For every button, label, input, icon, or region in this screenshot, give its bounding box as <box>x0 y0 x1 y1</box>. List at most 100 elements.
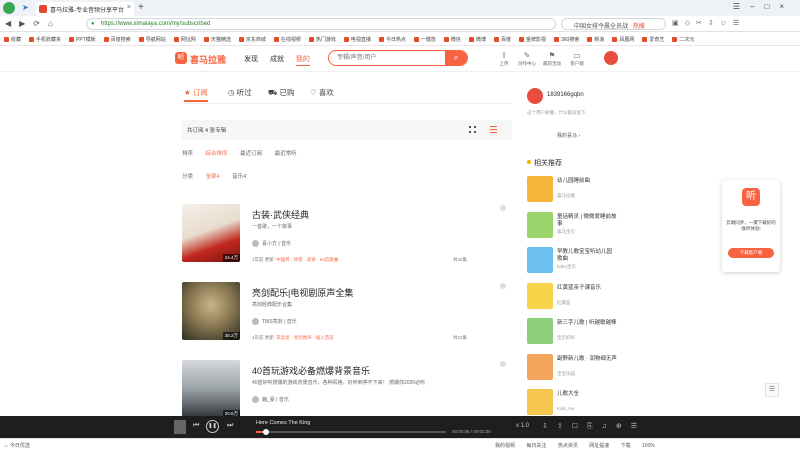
bookmark-item[interactable]: 二次元 <box>672 36 694 43</box>
sort-option[interactable]: 最近常听 <box>275 151 297 157</box>
pause-button[interactable]: ❚❚ <box>206 420 219 433</box>
upload-button[interactable]: ⇪ 上传 <box>493 51 515 67</box>
recommend-item[interactable]: 新三字儿歌 | 听越歌越棒 宝贝好听 <box>527 318 627 348</box>
download-client-button[interactable]: 下载客户端 <box>728 248 774 258</box>
next-icon[interactable]: ⏭ <box>227 422 233 430</box>
status-link[interactable]: 下载 <box>621 443 631 449</box>
browser-toolbar-icons[interactable]: ▣◇✂⇩☺☰ <box>672 19 745 27</box>
album-item[interactable]: 24.4万 古装·武侠经典 一首歌，一个故事 喜小方 | 音乐 1年前 更新: … <box>182 204 512 274</box>
status-link[interactable]: 网址提速 <box>589 443 609 449</box>
bookmark-item[interactable]: 爱奇艺 <box>642 36 664 43</box>
recommend-thumb[interactable] <box>527 353 553 380</box>
recommend-item[interactable]: 早教儿歌宝宝听幼儿园歌曲 bobo宝贝 <box>527 247 627 277</box>
compass-icon[interactable]: ➤ <box>22 3 29 12</box>
creator-center-button[interactable]: ✎ 创作中心 <box>516 51 538 67</box>
today-picks[interactable]: ♨ 今日优选 <box>4 442 30 449</box>
recommend-title[interactable]: 新三字儿歌 | 听越歌越棒 <box>557 320 617 327</box>
player-controls-right[interactable]: ⇩⇧☐⎘♫⊕☰ <box>542 422 646 431</box>
feedback-icon[interactable]: ☰ <box>765 383 779 397</box>
bookmark-item[interactable]: 百度搜索 <box>104 36 131 43</box>
list-view-icon[interactable] <box>490 126 497 133</box>
recommend-thumb[interactable] <box>527 211 553 238</box>
nav-mine[interactable]: 我的 <box>295 56 310 66</box>
close-tab-icon[interactable]: × <box>127 4 131 11</box>
album-title[interactable]: 亮剑配乐|电视剧原声全集 <box>252 286 353 299</box>
grid-view-icon[interactable] <box>469 126 476 133</box>
tab-listened[interactable]: ◷ 听过 <box>228 87 252 98</box>
activities-button[interactable]: ⚑ 最新活动 <box>541 51 563 67</box>
more-options-icon[interactable] <box>500 361 506 367</box>
status-link[interactable]: 热点资讯 <box>558 443 578 449</box>
bookmark-item[interactable]: 百度 <box>494 36 511 43</box>
my-ximalaya-link[interactable]: 我的喜马 › <box>557 132 580 139</box>
album-author[interactable]: TMS亮剑 | 音乐 <box>252 318 297 325</box>
ximalaya-logo[interactable]: 听 喜马拉雅 <box>175 51 230 65</box>
search-icon[interactable]: ⌕ <box>445 51 467 65</box>
bookmark-item[interactable]: 微信 <box>444 36 461 43</box>
recommend-thumb[interactable] <box>527 282 553 309</box>
browser-tab[interactable]: 喜马拉雅-专业音频分享平台 × <box>36 2 134 16</box>
bookmark-item[interactable]: 金牌影视 <box>519 36 546 43</box>
recommend-title[interactable]: 儿歌大全 <box>557 391 617 398</box>
filter-option[interactable]: 全部4 <box>206 174 220 180</box>
player-cover[interactable] <box>174 420 186 434</box>
navigation-buttons[interactable]: ◀▶⟳⌂ <box>5 19 61 28</box>
recommend-item[interactable]: 儿歌大全 Kids_me <box>527 389 627 419</box>
recommend-thumb[interactable] <box>527 318 553 344</box>
progress-knob[interactable] <box>262 429 269 435</box>
album-author[interactable]: 喜小方 | 音乐 <box>252 240 291 247</box>
bookmark-item[interactable]: 一键放 <box>414 36 436 43</box>
bookmark-item[interactable]: 微博 <box>469 36 486 43</box>
album-cover[interactable]: 24.4万 <box>182 204 240 262</box>
bookmark-item[interactable]: 天猫精选 <box>204 36 231 43</box>
browser-logo-icon[interactable] <box>3 2 15 14</box>
user-avatar[interactable] <box>527 88 543 104</box>
recommend-item[interactable]: 红黄蓝亲子课音乐 红黄蓝 <box>527 282 627 313</box>
bookmark-item[interactable]: 收藏 <box>4 36 21 43</box>
recommend-title[interactable]: 幼儿园睡前曲 <box>557 178 617 185</box>
new-tab-icon[interactable]: + <box>138 2 144 13</box>
recommend-title[interactable]: 红黄蓝亲子课音乐 <box>557 285 617 292</box>
recommend-item[interactable]: 童话精灵 | 微微爱睡前故事 喜马宝贝 <box>527 211 627 242</box>
nav-achievements[interactable]: 成就 <box>270 56 284 63</box>
status-link[interactable]: 我的视频 <box>495 443 515 449</box>
bookmark-item[interactable]: 360搜索 <box>554 36 579 43</box>
bookmark-item[interactable]: PPT模板 <box>69 36 96 43</box>
recommend-title[interactable]: 早教儿歌宝宝听幼儿园歌曲 <box>557 249 617 263</box>
album-item[interactable]: 38.2万 亮剑配乐|电视剧原声全集 亮剑经典配乐合集 TMS亮剑 | 音乐 1… <box>182 282 512 352</box>
tab-purchased[interactable]: ⛟ 已购 <box>268 87 295 98</box>
recommend-title[interactable]: 童话精灵 | 微微爱睡前故事 <box>557 214 617 228</box>
bookmark-item[interactable]: 新浪 <box>587 36 604 43</box>
album-title[interactable]: 古装·武侠经典 <box>252 208 309 221</box>
url-field[interactable]: ● https://www.ximalaya.com/my/subscribed <box>86 18 556 30</box>
playback-speed[interactable]: x 1.0 <box>516 423 529 429</box>
bookmark-item[interactable]: 电视直播 <box>344 36 371 43</box>
status-link[interactable]: 每日关注 <box>526 443 546 449</box>
nav-discover[interactable]: 发现 <box>244 56 258 63</box>
tab-subscribed[interactable]: ★ 订阅 <box>184 87 208 102</box>
recommend-thumb[interactable] <box>527 389 553 415</box>
bookmark-item[interactable]: 网址网 <box>174 36 196 43</box>
browser-search-box[interactable]: 中国女排今晨全员战 热搜 <box>561 18 666 30</box>
sort-option[interactable]: 最近订阅 <box>240 151 262 157</box>
header-avatar[interactable] <box>604 51 618 65</box>
recommend-item[interactable]: 幼儿园睡前曲 喜马拉雅 <box>527 176 627 206</box>
window-controls[interactable]: ☰–□× <box>733 2 794 11</box>
bookmark-item[interactable]: 手机收藏夹 <box>29 36 61 43</box>
bookmark-item[interactable]: 在线视频 <box>274 36 301 43</box>
recommend-title[interactable]: 副野新儿歌 · 润物细无声 <box>557 356 617 363</box>
more-options-icon[interactable] <box>500 283 506 289</box>
tab-liked[interactable]: ♡ 喜欢 <box>310 87 334 98</box>
recommend-item[interactable]: 副野新儿歌 · 润物细无声 宝宝乐园 <box>527 353 627 384</box>
bookmark-item[interactable]: 导航网站 <box>139 36 166 43</box>
bookmark-item[interactable]: 京东商城 <box>239 36 266 43</box>
recommend-thumb[interactable] <box>527 247 553 273</box>
progress-bar[interactable] <box>256 429 446 435</box>
bookmark-item[interactable]: 今日热点 <box>379 36 406 43</box>
previous-icon[interactable]: ⏮ <box>193 422 199 430</box>
filter-option[interactable]: 音乐4 <box>232 174 246 180</box>
album-author[interactable]: 巍_豪 | 音乐 <box>252 396 289 403</box>
album-cover[interactable]: 20.6万 <box>182 360 240 418</box>
zoom-level[interactable]: 100% <box>642 443 655 449</box>
client-button[interactable]: ▭ 客户端 <box>566 51 588 67</box>
